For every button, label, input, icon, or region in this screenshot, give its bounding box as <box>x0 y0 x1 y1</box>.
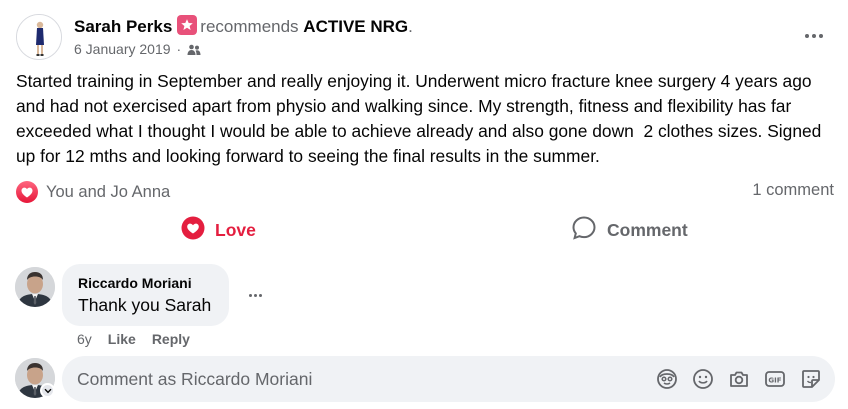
more-options-icon[interactable] <box>245 287 265 303</box>
commenter-avatar[interactable] <box>15 267 55 307</box>
post-date[interactable]: 6 January 2019 <box>74 41 171 57</box>
composer-tools: GIF <box>655 367 823 391</box>
author-name[interactable]: Sarah Perks <box>74 17 172 36</box>
comment-like-button[interactable]: Like <box>108 330 136 348</box>
gif-icon[interactable]: GIF <box>763 367 787 391</box>
emoji-icon[interactable] <box>691 367 715 391</box>
recommend-star-icon <box>177 15 198 35</box>
comment-reply-button[interactable]: Reply <box>152 330 190 348</box>
friends-icon <box>187 42 201 60</box>
comment-button[interactable]: Comment <box>571 212 688 248</box>
sentence-period: . <box>408 17 413 36</box>
love-button[interactable]: Love <box>181 212 256 248</box>
more-options-icon[interactable] <box>796 22 832 50</box>
svg-text:GIF: GIF <box>768 377 781 385</box>
comment-meta: 6y Like Reply <box>77 330 190 348</box>
post-card: Sarah Perks recommends ACTIVE NRG. 6 Janu… <box>0 0 848 409</box>
reactions-text[interactable]: You and Jo Anna <box>46 183 170 202</box>
author-avatar[interactable] <box>16 14 62 60</box>
love-label: Love <box>215 219 256 240</box>
post-header: Sarah Perks recommends ACTIVE NRG. 6 Janu… <box>16 12 832 64</box>
comment-text: Thank you Sarah <box>78 295 212 315</box>
comment-bubble: Riccardo Moriani Thank you Sarah <box>62 264 229 326</box>
page-name-link[interactable]: ACTIVE NRG <box>303 17 408 36</box>
meta-separator: · <box>176 41 182 57</box>
avatar-sticker-icon[interactable] <box>655 367 679 391</box>
sticker-icon[interactable] <box>799 367 823 391</box>
commenter-name[interactable]: Riccardo Moriani <box>78 274 229 292</box>
camera-icon[interactable] <box>727 367 751 391</box>
recommends-text: recommends <box>200 17 299 36</box>
action-bar: Love Comment <box>16 212 832 248</box>
comment-composer: GIF <box>62 356 835 402</box>
comment-count[interactable]: 1 comment <box>752 181 834 200</box>
chevron-down-icon[interactable] <box>40 383 55 398</box>
comment-age[interactable]: 6y <box>77 330 92 348</box>
author-line: Sarah Perks recommends ACTIVE NRG. <box>74 15 413 37</box>
heart-icon <box>16 181 38 203</box>
comment-label: Comment <box>607 219 688 240</box>
comment-bubble-icon <box>571 215 597 246</box>
post-body-text: Started training in September and really… <box>16 71 827 166</box>
comment-input[interactable] <box>62 356 652 402</box>
post-meta: 6 January 2019 · <box>74 40 201 60</box>
heart-icon <box>181 216 205 245</box>
reactions-summary[interactable]: You and Jo Anna <box>16 180 170 204</box>
